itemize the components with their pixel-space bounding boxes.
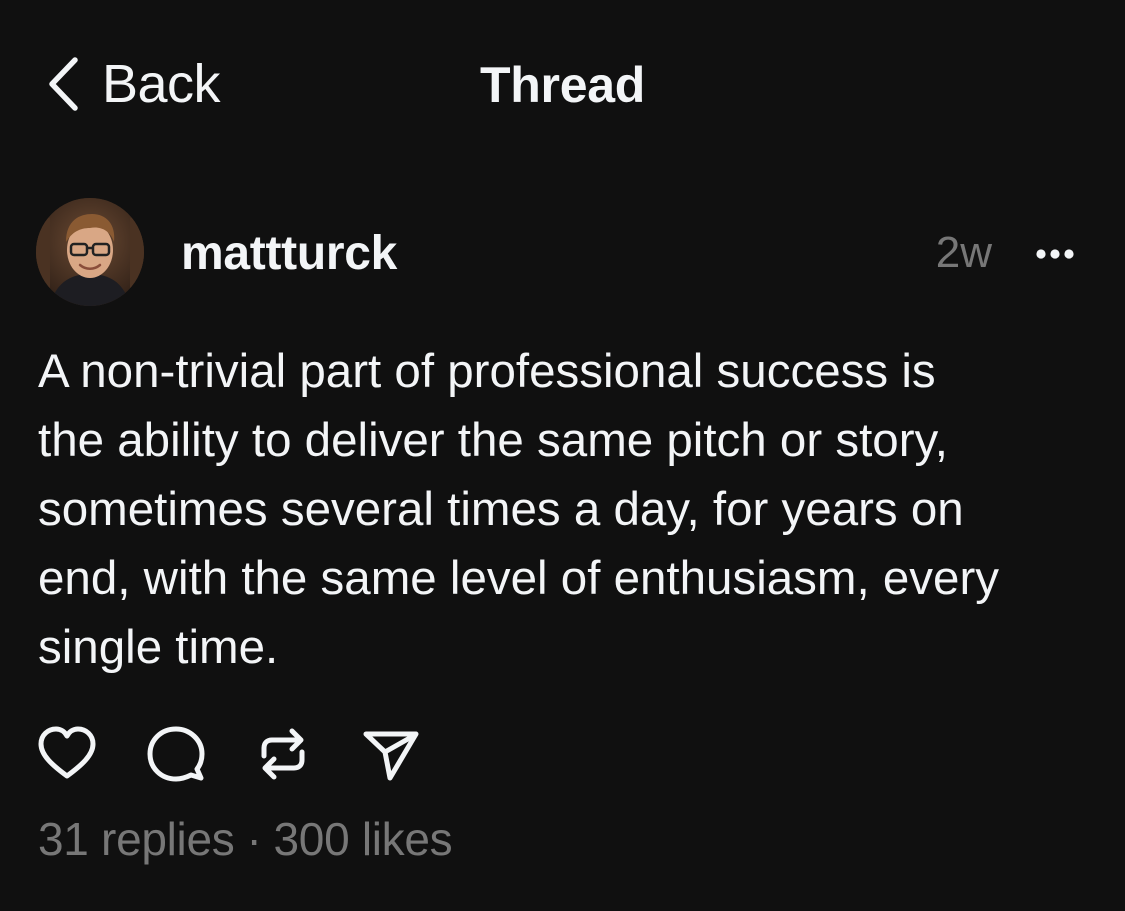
stats-separator: ·	[246, 813, 262, 865]
comment-icon	[144, 724, 206, 784]
heart-icon	[36, 724, 98, 784]
like-button[interactable]	[36, 724, 98, 784]
timestamp: 2w	[935, 228, 992, 277]
page-title: Thread	[480, 57, 645, 113]
post-stats: 31 replies · 300 likes	[38, 812, 453, 866]
likes-count[interactable]: 300 likes	[274, 813, 453, 865]
navigation-bar: Back Thread	[0, 0, 1125, 170]
post-header: mattturck 2w	[0, 198, 1125, 310]
username[interactable]: mattturck	[181, 226, 397, 281]
avatar[interactable]	[36, 198, 144, 306]
more-options-button[interactable]	[1031, 234, 1079, 274]
share-button[interactable]	[360, 724, 422, 784]
repost-button[interactable]	[252, 724, 314, 784]
replies-count[interactable]: 31 replies	[38, 813, 235, 865]
more-horizontal-icon	[1031, 249, 1079, 278]
post-body-text: A non-trivial part of professional succe…	[38, 345, 1000, 674]
reply-button[interactable]	[144, 724, 206, 784]
repost-icon	[252, 724, 314, 784]
send-icon	[360, 724, 422, 784]
post-actions	[36, 724, 456, 784]
